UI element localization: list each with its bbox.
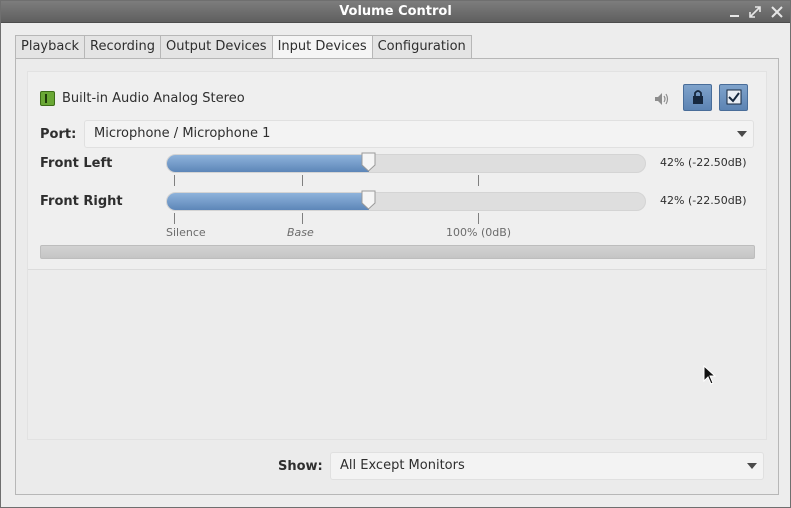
close-icon[interactable] [769,4,785,20]
scale-mark-silence: Silence [166,226,206,239]
volume-fill-front-left [167,155,369,172]
channel-label-front-left: Front Left [40,156,113,171]
tab-bar: Playback Recording Output Devices Input … [15,35,472,60]
volume-slider-front-left[interactable] [166,154,646,173]
port-select[interactable]: Microphone / Microphone 1 [84,120,754,148]
volume-slider-front-right[interactable] [166,192,646,211]
device-name: Built-in Audio Analog Stereo [62,91,245,106]
input-device-entry: Built-in Audio Analog Stereo Port: Micro… [28,72,766,270]
volume-fill-front-right [167,193,369,210]
tick-base-2 [302,213,303,224]
mute-toggle-button[interactable] [683,84,712,111]
device-list: Built-in Audio Analog Stereo Port: Micro… [27,71,767,440]
tab-content: Built-in Audio Analog Stereo Port: Micro… [15,58,779,495]
tab-output-devices[interactable]: Output Devices [160,35,273,59]
scale-mark-base: Base [287,226,314,239]
scale-mark-full: 100% (0dB) [446,226,512,239]
tick-full-2 [478,213,479,224]
tick-silence-1 [174,175,175,186]
port-select-value: Microphone / Microphone 1 [94,126,271,141]
peak-level-meter [40,245,755,259]
minimize-icon[interactable] [727,4,743,20]
title-bar[interactable]: Volume Control [1,1,790,23]
channel-label-front-right: Front Right [40,194,123,209]
audio-card-icon [40,91,55,106]
window-title: Volume Control [339,4,452,19]
show-filter-select[interactable]: All Except Monitors [330,452,764,480]
checkbox-checked-icon [726,89,741,105]
slider-handle-front-left[interactable] [361,152,376,172]
tick-base-1 [302,175,303,186]
speaker-icon [654,92,670,106]
tick-full-1 [478,175,479,186]
maximize-icon[interactable] [747,4,763,20]
volume-value-front-left: 42% (-22.50dB) [660,156,747,169]
lock-icon [692,90,703,104]
volume-control-window: Volume Control Playback Recording Output… [0,0,791,508]
chevron-down-icon [737,131,747,137]
tab-playback[interactable]: Playback [15,35,86,59]
tick-silence-2 [174,213,175,224]
mouse-pointer-icon [703,364,717,389]
tab-recording[interactable]: Recording [84,35,162,59]
volume-value-front-right: 42% (-22.50dB) [660,194,747,207]
set-default-button[interactable] [719,84,748,111]
slider-handle-front-right[interactable] [361,190,376,210]
tab-configuration[interactable]: Configuration [371,35,472,59]
port-label: Port: [40,127,77,142]
show-filter-value: All Except Monitors [340,458,465,473]
chevron-down-icon [747,463,757,469]
show-label: Show: [278,459,323,474]
tab-input-devices[interactable]: Input Devices [271,35,373,60]
